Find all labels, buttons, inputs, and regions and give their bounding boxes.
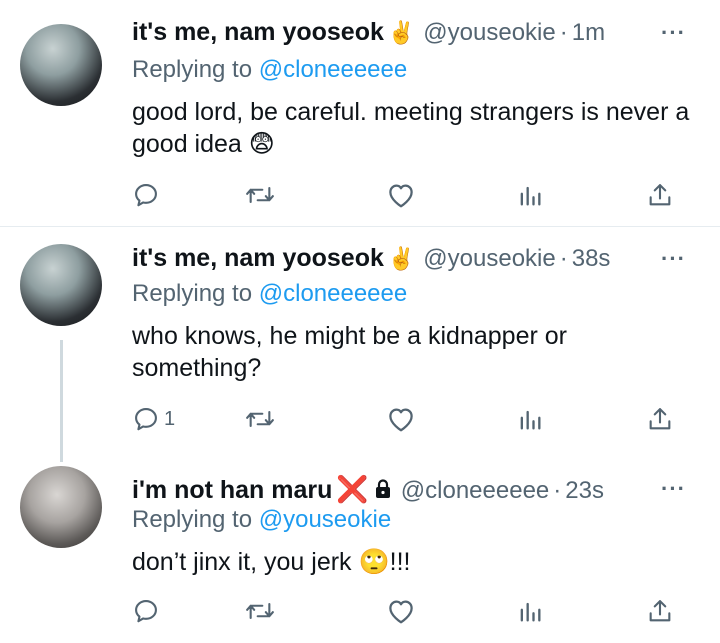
analytics-button[interactable] (516, 404, 544, 434)
avatar[interactable] (20, 466, 102, 548)
reply-button[interactable] (132, 596, 164, 626)
separator-dot: · (553, 477, 562, 504)
reply-count: 1 (164, 407, 176, 430)
reply-icon (135, 600, 157, 623)
retweet-button[interactable] (244, 180, 276, 210)
like-icon (389, 408, 413, 432)
share-icon (649, 408, 671, 430)
reply-button[interactable]: 1 (132, 404, 175, 434)
tweet-text: who knows, he might be a kidnapper or so… (132, 322, 567, 382)
avatar[interactable] (20, 244, 102, 326)
like-button[interactable] (386, 596, 416, 626)
replying-label: Replying to (132, 280, 253, 307)
timestamp[interactable]: 1m (572, 19, 605, 46)
lock-icon (375, 479, 390, 498)
share-icon (649, 600, 671, 622)
replying-handle[interactable]: @cloneeeeee (259, 56, 407, 83)
timestamp[interactable]: 23s (565, 477, 604, 504)
replying-label: Replying to (132, 56, 253, 83)
replying-to: Replying to @cloneeeeee (132, 280, 407, 308)
separator-dot: · (559, 19, 568, 46)
more-icon[interactable]: ··· (661, 20, 686, 46)
name-emoji: ✌️ (387, 20, 416, 45)
more-icon[interactable]: ··· (661, 476, 686, 502)
analytics-button[interactable] (516, 596, 544, 626)
action-bar (132, 596, 692, 632)
separator-dot: · (559, 245, 568, 272)
display-name[interactable]: it's me, nam yooseok (132, 18, 384, 46)
display-name[interactable]: i'm not han maru (132, 476, 332, 504)
tweet-2[interactable]: it's me, nam yooseok ✌️ @youseokie · 38s ···… (0, 226, 720, 456)
timestamp[interactable]: 38s (572, 245, 611, 272)
share-icon (649, 184, 671, 206)
share-button[interactable] (646, 404, 674, 434)
tweet-text: don’t jinx it, you jerk 🙄!!! (132, 548, 411, 576)
handle[interactable]: @cloneeeeee (401, 477, 549, 504)
retweet-icon (246, 186, 274, 204)
analytics-icon (520, 410, 541, 430)
reply-icon (135, 408, 157, 431)
reply-icon (135, 184, 157, 207)
analytics-icon (520, 186, 541, 206)
replying-to: Replying to @youseokie (132, 506, 391, 534)
like-button[interactable] (386, 404, 416, 434)
reply-button[interactable] (132, 180, 164, 210)
replying-handle[interactable]: @youseokie (259, 506, 391, 533)
cross-mark-emoji: ❌ (336, 474, 369, 504)
share-button[interactable] (646, 596, 674, 626)
analytics-icon (520, 602, 541, 622)
retweet-button[interactable] (244, 596, 276, 626)
more-icon[interactable]: ··· (661, 246, 686, 272)
replying-to: Replying to @cloneeeeee (132, 56, 407, 84)
retweet-icon (246, 410, 274, 428)
handle[interactable]: @youseokie (423, 19, 555, 46)
display-name[interactable]: it's me, nam yooseok (132, 244, 384, 272)
share-button[interactable] (646, 180, 674, 210)
replying-handle[interactable]: @cloneeeeee (259, 280, 407, 307)
avatar[interactable] (20, 24, 102, 106)
name-emoji: ✌️ (387, 246, 416, 271)
action-bar: 1 (132, 404, 692, 440)
like-button[interactable] (386, 180, 416, 210)
tweet-1[interactable]: it's me, nam yooseok ✌️ @youseokie · 1m ··· … (0, 0, 720, 226)
tweet-3[interactable]: i'm not han maru ❌ @cloneeeeee · 23s ··· Rep… (0, 456, 720, 643)
handle[interactable]: @youseokie (423, 245, 555, 272)
retweet-icon (246, 602, 274, 620)
action-bar (132, 180, 692, 216)
like-icon (389, 600, 413, 624)
like-icon (389, 184, 413, 208)
replying-label: Replying to (132, 506, 253, 533)
retweet-button[interactable] (244, 404, 276, 434)
analytics-button[interactable] (516, 180, 544, 210)
tweet-text: good lord, be careful. meeting strangers… (132, 98, 690, 158)
